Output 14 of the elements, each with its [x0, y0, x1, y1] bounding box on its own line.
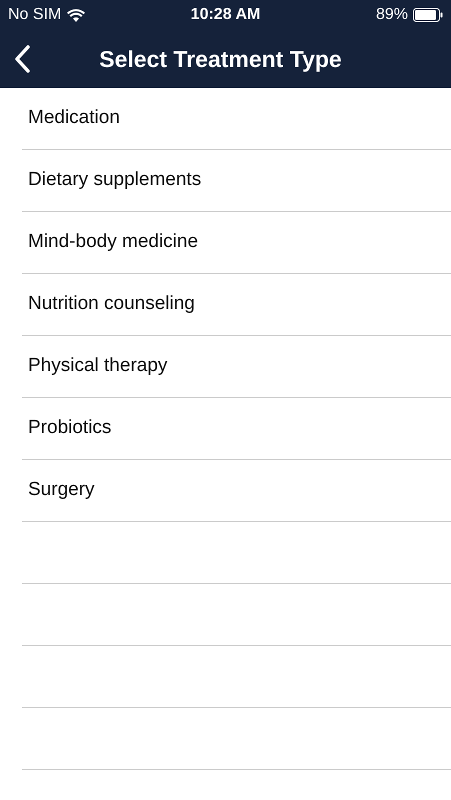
- list-item[interactable]: Nutrition counseling: [22, 274, 451, 336]
- list-item[interactable]: Surgery: [22, 460, 451, 522]
- wifi-icon: [67, 8, 86, 22]
- battery-icon: [413, 8, 443, 22]
- list-item[interactable]: Mind-body medicine: [22, 212, 451, 274]
- list-item[interactable]: Medication: [22, 88, 451, 150]
- carrier-label: No SIM: [8, 5, 62, 25]
- screen-title: Select Treatment Type: [98, 44, 343, 74]
- back-chevron-icon: [14, 45, 30, 73]
- clock-time: 10:28 AM: [190, 5, 260, 25]
- list-item[interactable]: Dietary supplements: [22, 150, 451, 212]
- list-item[interactable]: Physical therapy: [22, 336, 451, 398]
- list-item[interactable]: Probiotics: [22, 398, 451, 460]
- battery-percentage: 89%: [376, 5, 408, 25]
